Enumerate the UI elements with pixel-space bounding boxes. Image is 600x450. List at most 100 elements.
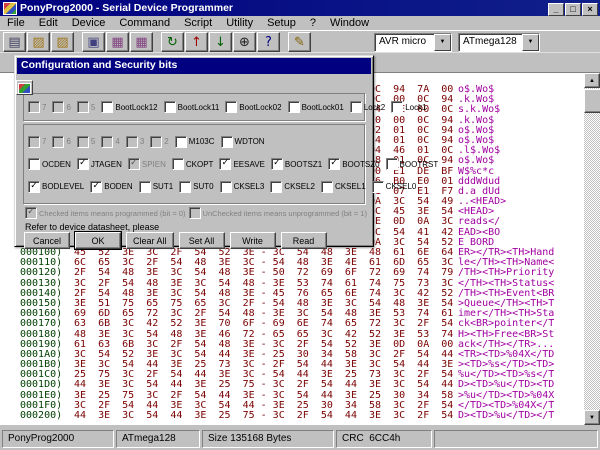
fuse-checkbox-bootrst[interactable]: BOOTRST [386,158,439,170]
chevron-down-icon[interactable]: ▼ [522,34,539,51]
device-type-combo[interactable]: ATmega128 ▼ [458,33,540,52]
menu-item-script[interactable]: Script [177,16,219,30]
write-button[interactable]: Write [230,232,276,249]
checkbox-box[interactable] [175,136,187,148]
child-window-icon-button[interactable] [16,80,33,95]
fuse-checkbox-bootsz1[interactable]: ✓BOOTSZ1 [271,158,322,170]
checkbox-box[interactable] [270,181,282,193]
lock-checkbox-lock1[interactable]: Lock1 [391,101,426,113]
checkbox-box[interactable] [391,101,403,113]
fuse-checkbox-cksel2[interactable]: CKSEL2 [270,181,315,193]
fuse-checkbox-jtagen[interactable]: ✓JTAGEN [77,158,122,170]
hex-bytes: 44 3E 3C 54 44 3E 25 75 - 3C 2F 54 44 3E… [74,411,458,421]
checkbox-box[interactable]: ✓ [271,158,283,170]
maximize-button[interactable]: □ [565,3,581,16]
fuse-checkbox-bootsz0[interactable]: ✓BOOTSZ0 [328,158,379,170]
note-checkbox-checked-items-means-programmed-bit-0: ✓Checked items means programmed (bit = 0… [25,207,186,219]
help-icon: ? [265,36,272,49]
fuse-checkbox-ocden[interactable]: OCDEN [28,158,71,170]
checkbox-label: JTAGEN [91,160,122,169]
checkbox-box[interactable] [221,136,233,148]
minimize-button[interactable]: _ [548,3,564,16]
menu-bar: FileEditDeviceCommandScriptUtilitySetup?… [0,16,600,30]
menu-item-command[interactable]: Command [112,16,177,30]
checkbox-box[interactable]: ✓ [28,181,40,193]
checkbox-box [150,136,162,148]
chevron-down-icon[interactable]: ▼ [434,34,451,51]
checkbox-box[interactable] [139,181,151,193]
lock-checkbox-bootlock11[interactable]: BootLock11 [164,101,220,113]
lock-checkbox-lock2[interactable]: Lock2 [350,101,385,113]
read-button[interactable]: Read [281,232,327,249]
menu-item-file[interactable]: File [0,16,32,30]
fuse-checkbox-cksel1[interactable]: CKSEL1 [321,181,366,193]
checkbox-box[interactable] [288,101,300,113]
checkbox-box[interactable] [350,101,362,113]
fuse-checkbox-wdton[interactable]: WDTON [221,136,265,148]
checkbox-box[interactable] [172,158,184,170]
menu-item-edit[interactable]: Edit [32,16,65,30]
fuse-checkbox-4: 4 [101,136,119,148]
cancel-button[interactable]: Cancel [24,232,70,249]
checkbox-label: 7 [42,103,46,112]
menu-item-device[interactable]: Device [65,16,113,30]
save-program-button[interactable]: ▦ [106,32,129,52]
open-device-file-button[interactable]: ▨ [51,32,74,52]
fuse-checkbox-eesave[interactable]: ✓EESAVE [219,158,264,170]
menu-item-utility[interactable]: Utility [219,16,260,30]
fuse-checkbox-m103c[interactable]: M103C [175,136,215,148]
menu-item-setup[interactable]: Setup [260,16,303,30]
checkbox-box[interactable] [372,181,384,193]
fuse-checkbox-bodlevel[interactable]: ✓BODLEVEL [28,181,84,193]
checkbox-box[interactable]: ✓ [77,158,89,170]
ok-button[interactable]: OK [75,232,121,249]
status-panel-2: Size 135168 Bytes [202,430,334,448]
device-family-value: AVR micro [375,34,434,51]
checkbox-box[interactable] [179,181,191,193]
checkbox-box[interactable] [164,101,176,113]
lock-checkbox-bootlock01[interactable]: BootLock01 [288,101,344,113]
device-family-combo[interactable]: AVR micro ▼ [374,33,452,52]
checkbox-box[interactable]: ✓ [219,158,231,170]
lock-checkbox-bootlock12[interactable]: BootLock12 [101,101,157,113]
fuse-checkbox-sut0[interactable]: SUT0 [179,181,213,193]
checkbox-label: BootLock12 [115,103,157,112]
scroll-up-icon[interactable]: ▲ [584,73,600,88]
fuse-checkbox-cksel0[interactable]: CKSEL0 [372,181,417,193]
scroll-down-icon[interactable]: ▼ [584,410,600,425]
scrollbar-thumb[interactable] [584,89,600,113]
checkbox-box[interactable]: ✓ [328,158,340,170]
checkbox-box[interactable]: ✓ [90,181,102,193]
help-button[interactable]: ? [257,32,280,52]
edit-buffer-button[interactable]: ✎ [288,32,311,52]
verify-button[interactable]: ⊕ [233,32,256,52]
fuse-checkbox-sut1[interactable]: SUT1 [139,181,173,193]
write-device-button[interactable]: ↑ [185,32,208,52]
checkbox-box[interactable] [321,181,333,193]
lock-checkbox-bootlock02[interactable]: BootLock02 [225,101,281,113]
close-button[interactable]: × [582,3,598,16]
dialog-buttons: Cancel OK Clear All Set All Write Read [24,232,327,249]
checkbox-label: Lock1 [405,103,426,112]
checkbox-box[interactable] [225,101,237,113]
checkbox-box[interactable] [28,158,40,170]
checkbox-box[interactable] [386,158,398,170]
menu-item-help[interactable]: ? [303,16,323,30]
open-file-button[interactable]: ▨ [27,32,50,52]
notes-row: ✓Checked items means programmed (bit = 0… [25,207,365,219]
reload-button[interactable]: ↻ [161,32,184,52]
checkbox-box[interactable] [101,101,113,113]
set-all-button[interactable]: Set All [179,232,225,249]
checkbox-box[interactable] [220,181,232,193]
fuse-checkbox-cksel3[interactable]: CKSEL3 [220,181,265,193]
save-data-button[interactable]: ▦ [130,32,153,52]
new-window-button[interactable]: ▤ [3,32,26,52]
clear-all-button[interactable]: Clear All [126,232,174,249]
read-device-button[interactable]: ↓ [209,32,232,52]
menu-item-window[interactable]: Window [323,16,376,30]
save-file-button[interactable]: ▣ [82,32,105,52]
vertical-scrollbar[interactable]: ▲ ▼ [584,73,600,425]
fuse-checkbox-ckopt[interactable]: CKOPT [172,158,214,170]
fuse-checkbox-boden[interactable]: ✓BODEN [90,181,132,193]
checkbox-label: 5 [91,137,95,146]
